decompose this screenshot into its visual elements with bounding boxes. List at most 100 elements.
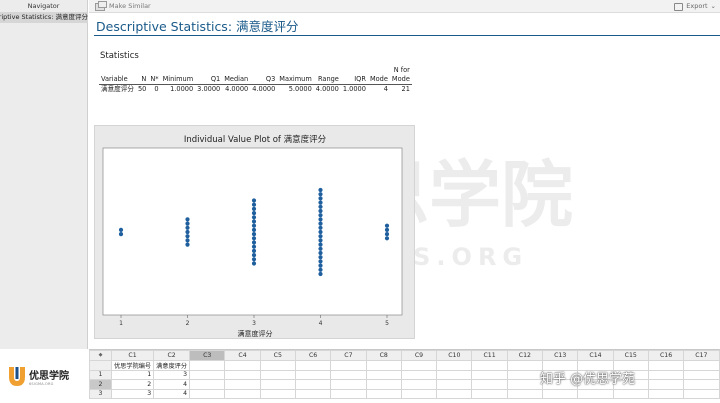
column-header-c8[interactable]: C8 (365, 350, 402, 361)
make-similar-label: Make Similar (109, 2, 151, 10)
cell-c16-row-1[interactable] (647, 369, 685, 380)
cell-c9-row-1[interactable] (400, 369, 438, 380)
data-point-2-4 (185, 229, 190, 235)
row-header-2[interactable]: 2 (89, 379, 112, 390)
cell-c10-row-2[interactable] (436, 379, 473, 390)
cell-mode: 4 (383, 85, 388, 93)
cell-c7-row-2[interactable] (330, 379, 367, 390)
cell-c12-row-3[interactable] (506, 388, 544, 399)
cell-c6-row-1[interactable] (294, 369, 332, 380)
cell-c9-row-3[interactable] (400, 388, 438, 399)
cell-c6-row-3[interactable] (294, 388, 332, 399)
cell-c13-row-3[interactable] (542, 388, 579, 399)
cell-c14-row-3[interactable] (577, 388, 614, 399)
cell-c3-row-1[interactable] (189, 369, 226, 380)
hdr-maximum: Maximum (277, 75, 314, 85)
cell-c16-row-2[interactable] (647, 379, 685, 390)
column-header-c16[interactable]: C16 (647, 350, 685, 361)
column-name-c2[interactable]: 满意度评分 (153, 359, 191, 371)
hdr-top-11: N for (393, 66, 410, 74)
column-header-c1[interactable]: C1 (110, 350, 155, 361)
cell-c11-row-1[interactable] (471, 369, 508, 380)
x-tick-label-1: 1 (119, 320, 123, 327)
cell-c7-row-3[interactable] (330, 388, 367, 399)
cell-c1-row-1[interactable]: 1 (110, 369, 155, 380)
column-header-c11[interactable]: C11 (471, 350, 508, 361)
cell-c8-row-3[interactable] (365, 388, 402, 399)
column-name-c17[interactable] (683, 359, 720, 371)
data-point-3-2 (251, 202, 257, 207)
column-name-c16[interactable] (647, 359, 685, 371)
cell-c5-row-2[interactable] (259, 379, 296, 390)
cell-c3-row-3[interactable] (189, 388, 226, 399)
cell-c12-row-2[interactable] (506, 379, 544, 390)
x-tick-label-5: 5 (385, 320, 389, 327)
cell-c17-row-1[interactable] (683, 369, 720, 380)
column-header-c5[interactable]: C5 (259, 350, 296, 361)
cell-c11-row-2[interactable] (471, 379, 508, 390)
column-name-c8[interactable] (365, 359, 402, 371)
row-header-1[interactable]: 1 (89, 369, 112, 380)
column-header-c12[interactable]: C12 (506, 350, 544, 361)
cell-c10-row-1[interactable] (436, 369, 473, 380)
cell-c17-row-2[interactable] (683, 379, 720, 390)
cell-c2-row-2[interactable]: 4 (153, 379, 191, 390)
column-header-c4[interactable]: C4 (224, 350, 261, 361)
cell-c6-row-2[interactable] (294, 379, 332, 390)
export-button[interactable]: Export ⌄ (674, 1, 716, 12)
column-header-c10[interactable]: C10 (436, 350, 473, 361)
cell-c2-row-3[interactable]: 4 (153, 388, 191, 399)
worksheet-corner[interactable]: ◆ (89, 350, 112, 361)
column-header-c7[interactable]: C7 (330, 350, 367, 361)
cell-c4-row-2[interactable] (224, 379, 261, 390)
cell-c2-row-1[interactable]: 3 (153, 369, 191, 380)
column-header-c2[interactable]: C2 (153, 350, 191, 361)
cell-c7-row-1[interactable] (330, 369, 367, 380)
cell-c8-row-1[interactable] (365, 369, 402, 380)
column-name-c4[interactable] (224, 359, 261, 371)
column-name-c5[interactable] (259, 359, 296, 371)
cell-c1-row-2[interactable]: 2 (110, 379, 155, 390)
cell-c8-row-2[interactable] (365, 379, 402, 390)
row-header-3[interactable]: 3 (89, 388, 112, 399)
column-name-c7[interactable] (330, 359, 367, 371)
cell-c5-row-1[interactable] (259, 369, 296, 380)
column-header-c6[interactable]: C6 (294, 350, 332, 361)
title-divider (94, 35, 720, 36)
column-header-c13[interactable]: C13 (542, 350, 579, 361)
cell-c9-row-2[interactable] (400, 379, 438, 390)
cell-c15-row-3[interactable] (612, 388, 649, 399)
column-name-c3[interactable] (189, 359, 226, 371)
navigator-item-descriptive-statistics[interactable]: Descriptive Statistics: 满意度评分 (0, 12, 88, 23)
brand-logo-icon (9, 367, 25, 386)
make-similar-button[interactable]: Make Similar (95, 0, 151, 12)
cell-c12-row-1[interactable] (506, 369, 544, 380)
column-header-c3[interactable]: C3 (189, 350, 226, 361)
column-name-c1[interactable]: 优思学院编号 (110, 359, 155, 371)
column-header-c9[interactable]: C9 (400, 350, 438, 361)
data-point-3-5 (251, 215, 257, 220)
data-point-4-21 (318, 271, 323, 277)
data-point-3-4 (251, 211, 257, 216)
data-point-4-2 (318, 192, 323, 197)
column-header-c15[interactable]: C15 (612, 350, 649, 361)
cell-c3-row-2[interactable] (189, 379, 226, 390)
column-header-c17[interactable]: C17 (683, 350, 720, 361)
column-name-c11[interactable] (471, 359, 508, 371)
cell-c16-row-3[interactable] (647, 388, 685, 399)
cell-c4-row-3[interactable] (224, 388, 261, 399)
cell-c11-row-3[interactable] (471, 388, 508, 399)
column-header-c14[interactable]: C14 (577, 350, 614, 361)
cell-c4-row-1[interactable] (224, 369, 261, 380)
cell-c10-row-3[interactable] (436, 388, 473, 399)
cell-c17-row-3[interactable] (683, 388, 720, 399)
cell-c1-row-3[interactable]: 3 (110, 388, 155, 399)
column-name-c6[interactable] (294, 359, 332, 371)
hdr-top-6 (250, 66, 277, 75)
column-name-c9[interactable] (400, 359, 438, 371)
chevron-down-icon: ⌄ (710, 2, 716, 10)
hdr-top-3 (161, 66, 196, 75)
cell-c5-row-3[interactable] (259, 388, 296, 399)
column-name-c10[interactable] (436, 359, 473, 371)
column-name-c12[interactable] (506, 359, 544, 371)
